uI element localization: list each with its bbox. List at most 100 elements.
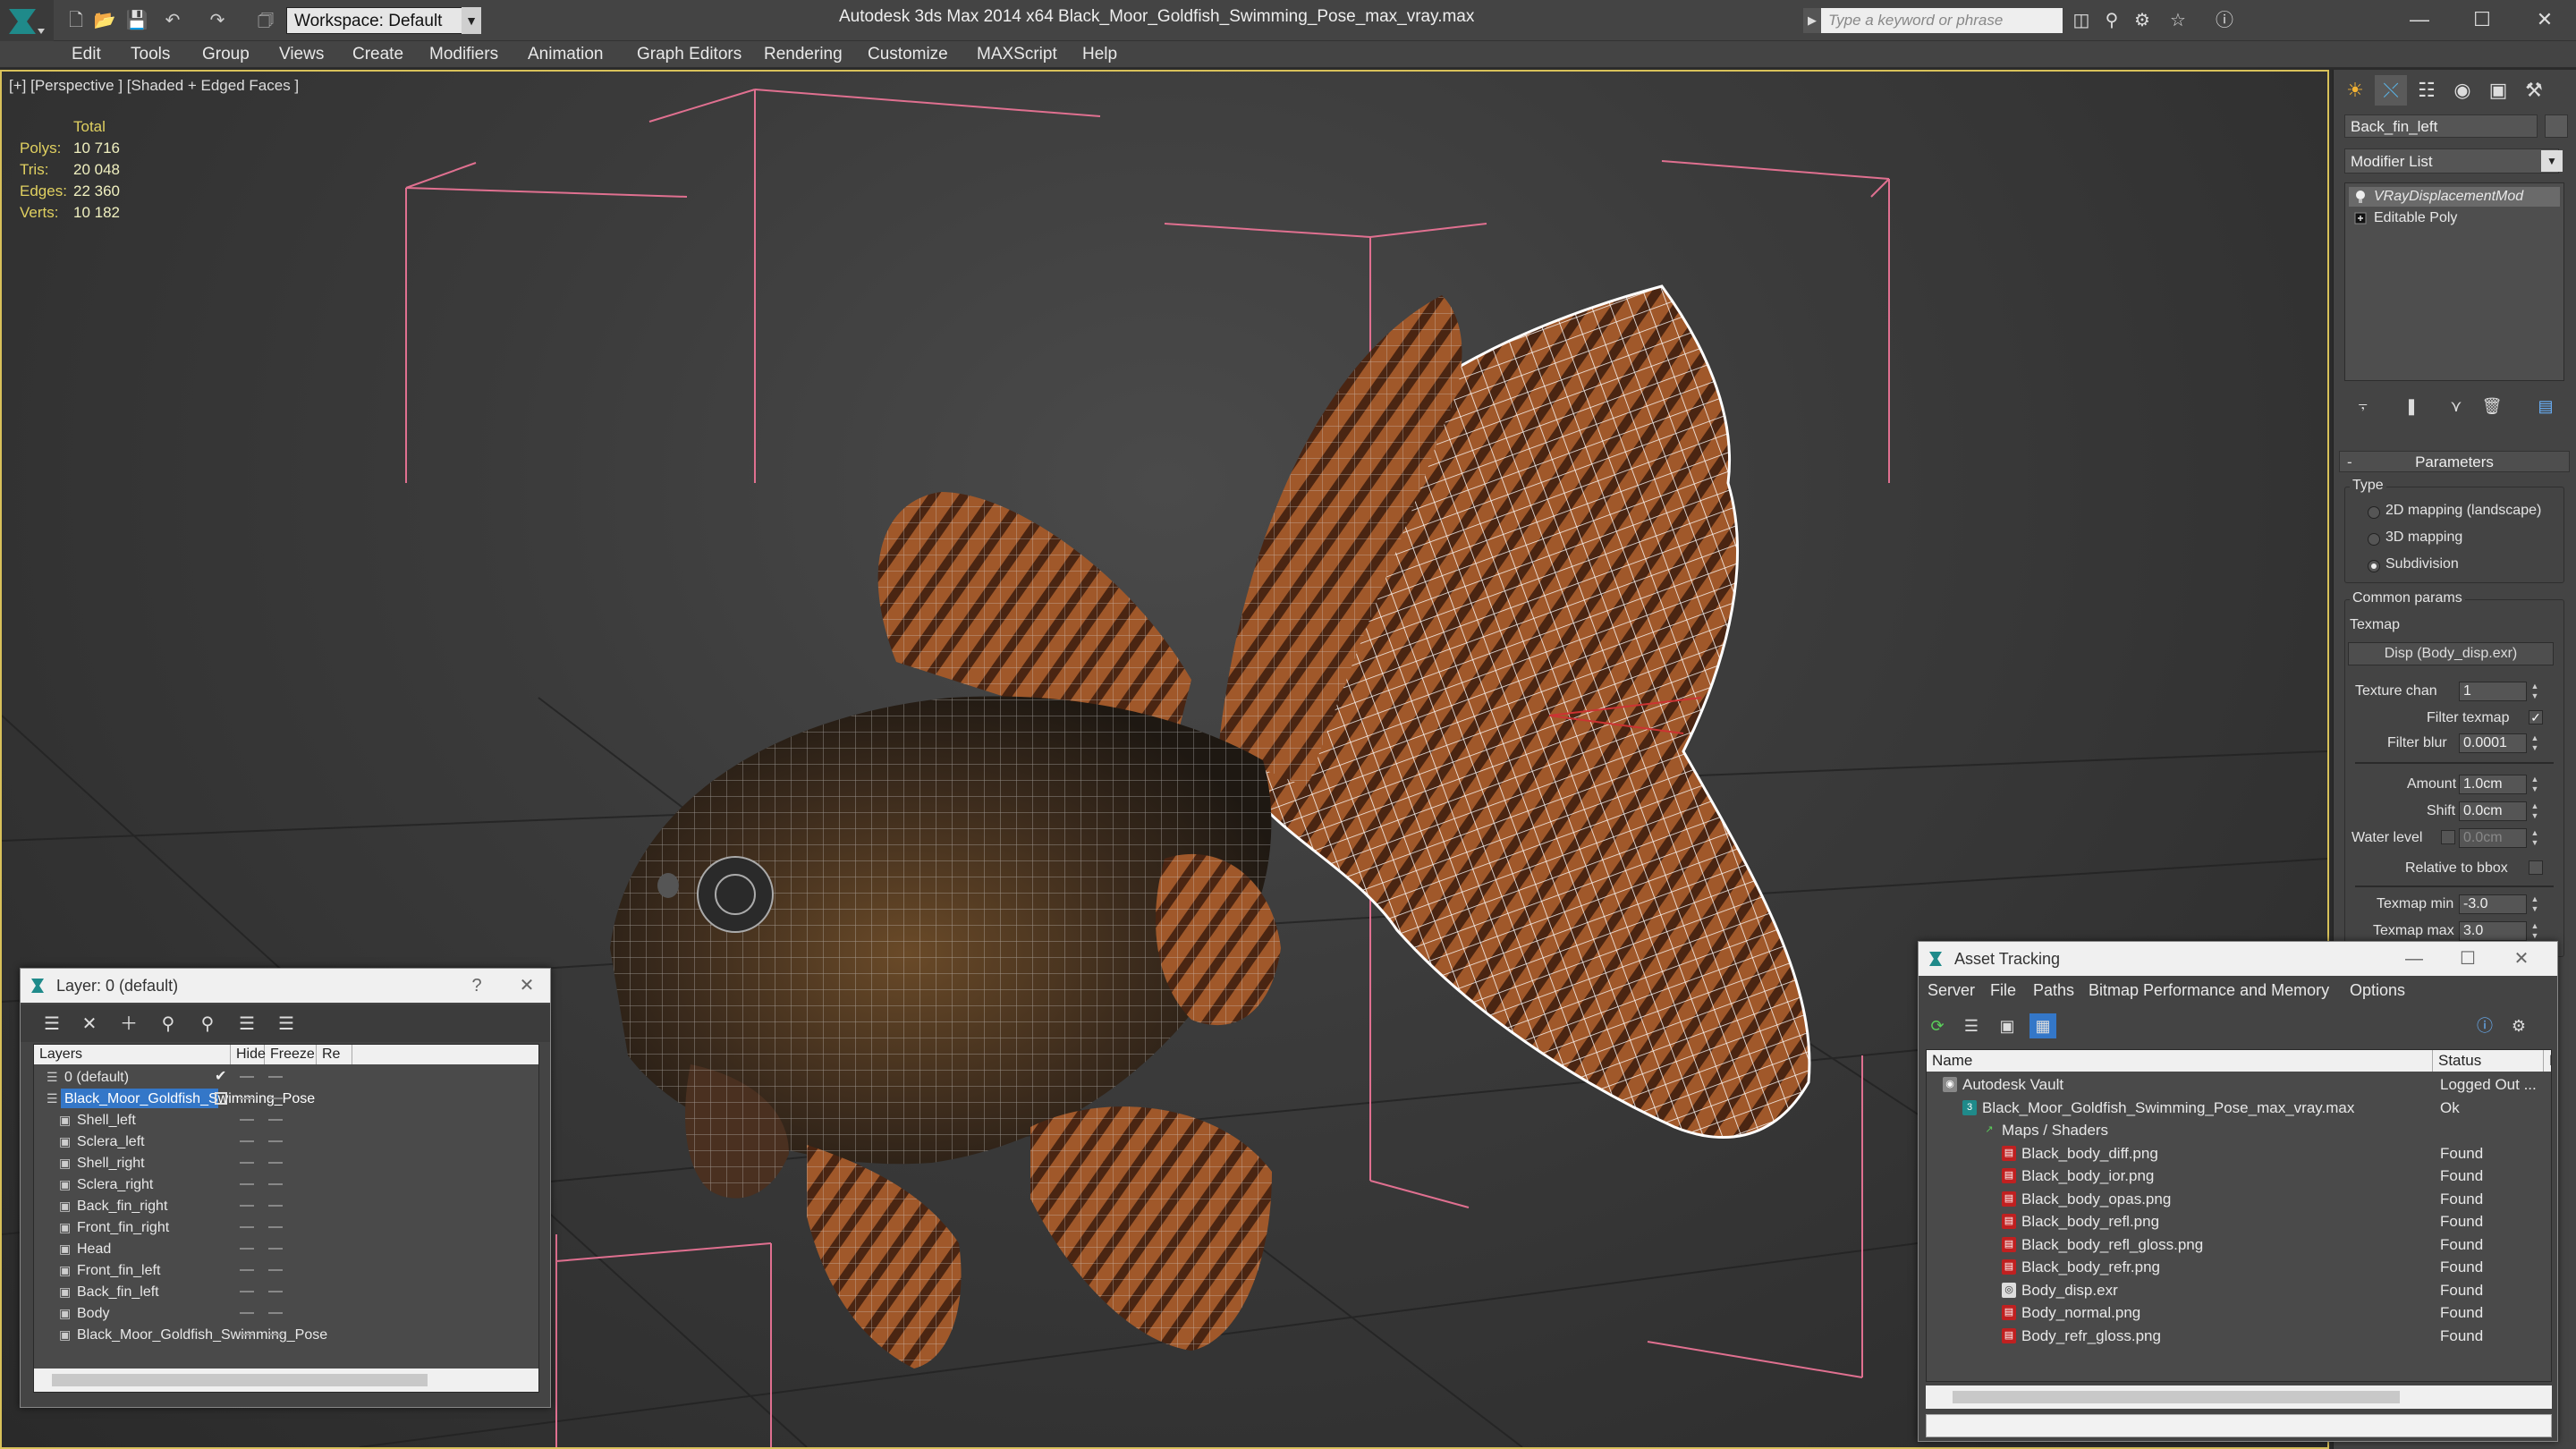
freeze-toggle[interactable] bbox=[268, 1162, 283, 1164]
lightbulb-icon[interactable] bbox=[2354, 190, 2367, 204]
column-header-path[interactable]: P bbox=[2544, 1050, 2551, 1072]
asset-row[interactable]: ↗ Maps / Shaders bbox=[1927, 1119, 2551, 1141]
asset-row[interactable]: ▤ Black_body_refl_gloss.png Found bbox=[1927, 1233, 2551, 1256]
asset-horizontal-scrollbar[interactable] bbox=[1926, 1385, 2552, 1409]
hierarchy-tab-icon[interactable]: ☷ bbox=[2411, 75, 2443, 106]
stack-item-vraydisplacement[interactable]: VRayDisplacementMod bbox=[2349, 187, 2560, 207]
maximize-button[interactable]: ☐ bbox=[2460, 4, 2504, 36]
texture-chan-field[interactable]: 1 bbox=[2459, 682, 2527, 701]
thumbnail-view-icon[interactable]: ▣ bbox=[1994, 1013, 2021, 1038]
hide-toggle[interactable] bbox=[240, 1226, 254, 1228]
add-layer-icon[interactable]: ＋ bbox=[115, 1012, 142, 1037]
stack-item-editable-poly[interactable]: Editable Poly bbox=[2349, 208, 2560, 228]
menu-group[interactable]: Group bbox=[202, 45, 250, 64]
hide-toggle[interactable] bbox=[240, 1097, 254, 1099]
radio-3d-mapping[interactable] bbox=[2368, 533, 2380, 546]
delete-layer-icon[interactable]: ✕ bbox=[76, 1012, 103, 1037]
scrollbar-thumb[interactable] bbox=[1953, 1391, 2400, 1403]
shift-field[interactable]: 0.0cm bbox=[2459, 801, 2527, 821]
spinner-icon[interactable]: ▲ ▼ bbox=[2530, 733, 2539, 753]
display-tab-icon[interactable]: ▣ bbox=[2482, 75, 2514, 106]
favorites-star-icon[interactable]: ☆ bbox=[2165, 8, 2191, 33]
object-row[interactable]: ▣ Front_fin_right bbox=[34, 1216, 538, 1238]
object-row[interactable]: ▣ Shell_right bbox=[34, 1152, 538, 1174]
spinner-icon[interactable]: ▲ ▼ bbox=[2530, 894, 2539, 914]
freeze-toggle[interactable] bbox=[268, 1205, 283, 1207]
radio-subdivision[interactable] bbox=[2368, 560, 2380, 572]
column-header-hide[interactable]: Hide bbox=[231, 1045, 266, 1064]
binoculars-icon[interactable]: ◫ bbox=[2068, 8, 2095, 33]
freeze-toggle[interactable] bbox=[268, 1183, 283, 1185]
asset-row[interactable]: ▤ Black_body_diff.png Found bbox=[1927, 1142, 2551, 1165]
hide-toggle[interactable] bbox=[240, 1140, 254, 1142]
menu-rendering[interactable]: Rendering bbox=[764, 45, 843, 64]
new-file-icon[interactable]: 🗋 bbox=[64, 9, 88, 32]
hide-toggle[interactable] bbox=[240, 1183, 254, 1185]
radio-2d-mapping[interactable] bbox=[2368, 506, 2380, 519]
water-level-field[interactable]: 0.0cm bbox=[2459, 828, 2527, 848]
object-row[interactable]: ▣ Sclera_left bbox=[34, 1131, 538, 1152]
hide-toggle[interactable] bbox=[240, 1076, 254, 1078]
object-row[interactable]: ▣ Shell_left bbox=[34, 1109, 538, 1131]
chevron-down-icon[interactable]: ▼ bbox=[462, 7, 481, 34]
menu-maxscript[interactable]: MAXScript bbox=[977, 45, 1057, 64]
table-view-icon[interactable]: ▦ bbox=[2029, 1013, 2056, 1038]
highlight-layer-icon[interactable]: ⚲ bbox=[194, 1012, 221, 1037]
column-header-render[interactable]: Re bbox=[317, 1045, 352, 1064]
subscription-icon[interactable]: ⚲ bbox=[2098, 8, 2125, 33]
active-layer-check-icon[interactable]: ✔ bbox=[215, 1066, 226, 1088]
close-button[interactable]: ✕ bbox=[2504, 942, 2539, 976]
menu-create[interactable]: Create bbox=[352, 45, 403, 64]
redo-icon[interactable]: ↷ bbox=[206, 9, 229, 32]
minimize-button[interactable]: — bbox=[2397, 4, 2442, 36]
freeze-toggle[interactable] bbox=[268, 1334, 283, 1335]
menu-tools[interactable]: Tools bbox=[131, 45, 170, 64]
select-objects-icon[interactable]: ⚲ bbox=[155, 1012, 182, 1037]
column-header-status[interactable]: Status bbox=[2433, 1050, 2544, 1072]
asset-row[interactable]: ▤ Black_body_ior.png Found bbox=[1927, 1165, 2551, 1187]
maximize-button[interactable]: ☐ bbox=[2450, 942, 2486, 976]
menu-modifiers[interactable]: Modifiers bbox=[429, 45, 498, 64]
hide-toggle[interactable] bbox=[240, 1119, 254, 1121]
asset-row[interactable]: ◎ Body_disp.exr Found bbox=[1927, 1279, 2551, 1301]
viewport-label[interactable]: [+] [Perspective ] [Shaded + Edged Faces… bbox=[9, 77, 299, 95]
menu-graph-editors[interactable]: Graph Editors bbox=[637, 45, 741, 64]
hide-toggle[interactable] bbox=[240, 1312, 254, 1314]
spinner-icon[interactable]: ▲ ▼ bbox=[2530, 801, 2539, 821]
search-input[interactable]: Type a keyword or phrase bbox=[1821, 8, 2063, 33]
configure-modifier-sets-icon[interactable]: ▤ bbox=[2532, 394, 2559, 419]
app-menu-button[interactable] bbox=[0, 0, 54, 41]
layer-row[interactable]: ☰ Black_Moor_Goldfish_Swimming_Pose bbox=[34, 1088, 538, 1109]
asset-row[interactable]: 3 Black_Moor_Goldfish_Swimming_Pose_max_v… bbox=[1927, 1097, 2551, 1119]
object-row[interactable]: ▣ Back_fin_left bbox=[34, 1281, 538, 1302]
utilities-tab-icon[interactable]: ⚒ bbox=[2518, 75, 2550, 106]
active-layer-checkbox[interactable] bbox=[215, 1092, 227, 1105]
refresh-icon[interactable]: ⟳ bbox=[1924, 1013, 1951, 1038]
freeze-toggle[interactable] bbox=[268, 1312, 283, 1314]
asset-row[interactable]: ▤ Body_normal.png Found bbox=[1927, 1301, 2551, 1324]
minimize-button[interactable]: — bbox=[2396, 942, 2432, 976]
project-folder-icon[interactable]: 🗇 bbox=[254, 9, 277, 32]
menu-customize[interactable]: Customize bbox=[868, 45, 948, 64]
object-row[interactable]: ▣ Body bbox=[34, 1302, 538, 1324]
workspace-dropdown[interactable]: Workspace: Default bbox=[286, 7, 465, 34]
make-unique-icon[interactable]: ⋎ bbox=[2443, 394, 2470, 419]
water-level-checkbox[interactable] bbox=[2441, 830, 2455, 844]
hide-toggle[interactable] bbox=[240, 1269, 254, 1271]
pin-stack-icon[interactable]: ⍪ bbox=[2350, 394, 2377, 419]
menu-help[interactable]: Help bbox=[1082, 45, 1117, 64]
close-button[interactable]: ✕ bbox=[509, 969, 545, 1003]
hide-toggle[interactable] bbox=[240, 1248, 254, 1250]
hide-toggle[interactable] bbox=[240, 1334, 254, 1335]
close-button[interactable]: ✕ bbox=[2522, 4, 2567, 36]
object-row[interactable]: ▣ Front_fin_left bbox=[34, 1259, 538, 1281]
freeze-toggle[interactable] bbox=[268, 1291, 283, 1292]
hide-toggle[interactable] bbox=[240, 1162, 254, 1164]
freeze-toggle[interactable] bbox=[268, 1248, 283, 1250]
filter-texmap-checkbox[interactable]: ✓ bbox=[2529, 710, 2543, 724]
menu-edit[interactable]: Edit bbox=[72, 45, 101, 64]
object-color-swatch[interactable] bbox=[2545, 114, 2568, 138]
collapse-icon[interactable]: - bbox=[2347, 452, 2352, 473]
column-header-name[interactable]: Name bbox=[1927, 1050, 2433, 1072]
object-row[interactable]: ▣ Back_fin_right bbox=[34, 1195, 538, 1216]
